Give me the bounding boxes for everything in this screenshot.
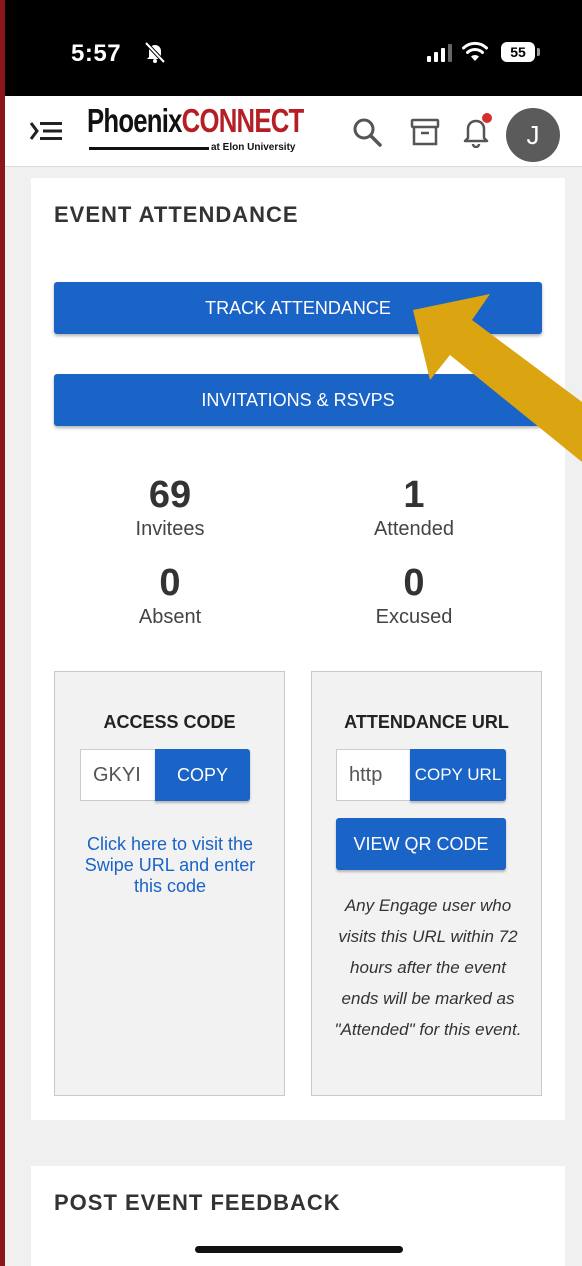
stat-attended: 1 Attended xyxy=(294,474,534,542)
attendance-url-title: ATTENDANCE URL xyxy=(344,712,509,732)
stat-absent: 0 Absent xyxy=(50,562,290,630)
access-code-panel: ACCESS CODE COPY Click here to visit the… xyxy=(54,671,285,1096)
archive-icon[interactable] xyxy=(409,116,441,153)
top-navigation: PhoenixCONNECT at Elon University J xyxy=(5,96,582,167)
stat-invitees: 69 Invitees xyxy=(50,474,290,542)
stat-excused: 0 Excused xyxy=(294,562,534,630)
section-title-post-event-feedback: POST EVENT FEEDBACK xyxy=(54,1190,341,1215)
access-code-title: ACCESS CODE xyxy=(103,712,236,732)
stat-value: 69 xyxy=(148,474,192,516)
swipe-url-link[interactable]: Click here to visit the Swipe URL and en… xyxy=(71,834,269,897)
stat-label: Invitees xyxy=(135,518,205,540)
track-attendance-button[interactable]: TRACK ATTENDANCE xyxy=(54,282,542,334)
view-qr-code-button[interactable]: VIEW QR CODE xyxy=(336,818,506,870)
status-bar: 5:57 55 xyxy=(5,0,582,96)
notification-dot xyxy=(482,113,492,123)
access-code-field[interactable] xyxy=(80,749,155,801)
avatar[interactable]: J xyxy=(506,108,560,162)
stat-label: Attended xyxy=(373,518,455,540)
attendance-url-note: Any Engage user who visits this URL with… xyxy=(334,896,522,1039)
logo-wordmark: PhoenixCONNECT xyxy=(87,102,304,139)
battery-nub xyxy=(537,48,540,56)
menu-icon[interactable] xyxy=(29,120,63,147)
status-time: 5:57 xyxy=(71,40,122,67)
stat-value: 0 xyxy=(403,562,425,604)
signal-icon xyxy=(427,44,452,62)
stat-value: 1 xyxy=(403,474,425,516)
search-icon[interactable] xyxy=(351,116,383,153)
attendance-url-panel: ATTENDANCE URL COPY URL VIEW QR CODE Any… xyxy=(311,671,542,1096)
invitations-rsvps-button[interactable]: INVITATIONS & RSVPS xyxy=(54,374,542,426)
copy-access-code-button[interactable]: COPY xyxy=(155,749,250,801)
stat-label: Absent xyxy=(138,606,202,628)
phone-screen: 5:57 55 PhoenixCONNECT at Elon Universit… xyxy=(5,0,582,1266)
stat-label: Excused xyxy=(375,606,453,628)
logo-rule xyxy=(89,147,209,150)
attendance-url-field[interactable] xyxy=(336,749,410,801)
section-title-event-attendance: EVENT ATTENDANCE xyxy=(54,202,299,227)
logo-subtitle: at Elon University xyxy=(211,142,296,153)
stat-value: 0 xyxy=(159,562,181,604)
bell-off-icon xyxy=(143,40,167,69)
phoenixconnect-logo[interactable]: PhoenixCONNECT at Elon University xyxy=(87,102,304,160)
copy-url-button[interactable]: COPY URL xyxy=(410,749,506,801)
event-attendance-card: EVENT ATTENDANCE TRACK ATTENDANCE INVITA… xyxy=(31,178,565,1120)
home-indicator xyxy=(195,1246,403,1253)
wifi-icon xyxy=(461,40,489,67)
battery-icon: 55 xyxy=(501,42,535,62)
